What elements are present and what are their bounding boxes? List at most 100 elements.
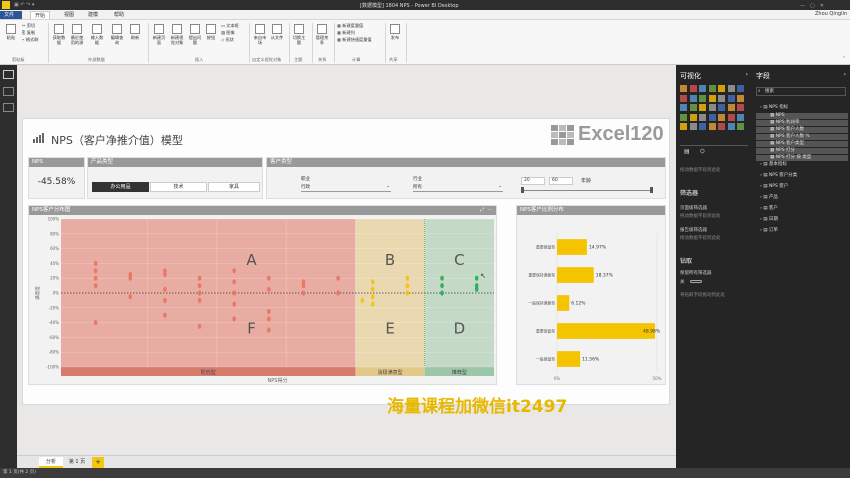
table-item[interactable]: › ▤ 产品 [756, 195, 848, 201]
textbox-button[interactable]: ▭ 文本框 [221, 23, 239, 28]
edit-queries-button[interactable]: 编辑查询 [109, 24, 125, 45]
field-item[interactable]: ▦ NPS 客户类型 [756, 141, 848, 147]
focus-mode-icon[interactable]: ⤢ [480, 207, 484, 213]
ask-question-button[interactable]: 提出问题 [188, 24, 202, 45]
visual-type-icon[interactable] [699, 94, 706, 102]
quick-save-icon[interactable]: ▣ ↶ ↷ ▾ [14, 2, 34, 8]
visual-type-icon[interactable] [680, 94, 687, 102]
refresh-button[interactable]: 刷新 [128, 24, 142, 40]
visual-type-icon[interactable] [708, 113, 716, 121]
visual-type-icon[interactable] [689, 123, 697, 130]
report-view-icon[interactable] [3, 70, 14, 79]
visual-type-icon[interactable] [737, 113, 744, 121]
new-quick-measure-button[interactable]: ▦ 新建快速度量值 [337, 37, 372, 42]
visual-type-icon[interactable] [718, 113, 725, 121]
table-item[interactable]: › ▤ NPS 客户 [756, 184, 848, 190]
copy-button[interactable]: ⎘ 复制 [22, 30, 35, 35]
visual-type-icon[interactable] [699, 85, 706, 92]
format-painter-button[interactable]: ⌁ 格式刷 [22, 37, 38, 42]
age-max-input[interactable]: 60 [549, 177, 573, 185]
visual-type-icon[interactable] [689, 85, 697, 92]
visual-type-icon[interactable] [708, 123, 716, 130]
keep-filters-toggle[interactable]: 关 [680, 279, 748, 286]
enter-data-button[interactable]: 输入数据 [89, 24, 105, 45]
visual-type-icon[interactable] [737, 123, 744, 130]
new-column-button[interactable]: ▦ 新建列 [337, 30, 355, 35]
new-visual-button[interactable]: 新建视觉对象 [169, 24, 185, 45]
visual-type-icon[interactable] [718, 94, 725, 102]
visual-type-icon[interactable] [737, 104, 744, 111]
buttons-button[interactable]: 按钮 [204, 24, 218, 40]
table-item[interactable]: › ▤ 订单 [756, 228, 848, 234]
window-controls[interactable]: — ▢ ✕ [800, 2, 824, 9]
shapes-button[interactable]: ◇ 形状 [221, 37, 234, 42]
cut-button[interactable]: ✂ 剪切 [22, 23, 35, 28]
data-view-icon[interactable] [3, 87, 14, 96]
tab-view[interactable]: 视图 [60, 11, 78, 19]
dept-dropdown[interactable]: 行政 ⌄ [301, 184, 391, 192]
slicer-option-tech[interactable]: 技术 [150, 182, 207, 192]
tab-modeling[interactable]: 建模 [84, 11, 102, 19]
table-item[interactable]: › ▤ NPS 客户分类 [756, 173, 848, 179]
publish-button[interactable]: 发布 [388, 24, 402, 40]
industry-dropdown[interactable]: 所有 ⌄ [413, 184, 503, 192]
field-item[interactable]: ▦ NPS [756, 113, 848, 119]
visual-type-icon[interactable] [680, 123, 687, 130]
visual-type-icon[interactable] [727, 104, 735, 111]
visual-type-icon[interactable] [689, 113, 697, 121]
report-filter-drop[interactable]: 拖动数据字段到此处 [680, 235, 748, 242]
more-options-icon[interactable]: ⋯ [488, 207, 493, 213]
slicer-option-office[interactable]: 办公用品 [92, 182, 149, 192]
table-item[interactable]: › ▤ NPS 指标 [756, 105, 848, 111]
collapse-viz-pane-icon[interactable]: › [746, 71, 748, 78]
visual-type-icon[interactable] [689, 94, 697, 102]
visual-type-icon[interactable] [680, 113, 687, 121]
age-slider-track[interactable] [523, 190, 651, 191]
visual-type-icon[interactable] [737, 85, 744, 92]
page-tab-analysis[interactable]: 分析 [39, 457, 63, 468]
field-item[interactable]: ▦ NPS 打分 [756, 148, 848, 154]
age-slider-max-handle[interactable] [650, 187, 653, 193]
field-item[interactable]: ▦ NPS 客户人数 [756, 127, 848, 133]
visual-type-icon[interactable] [680, 104, 687, 111]
visual-type-icon[interactable] [708, 85, 716, 92]
new-measure-button[interactable]: ▦ 新建度量值 [337, 23, 363, 28]
toggle-switch-icon[interactable] [689, 280, 702, 283]
from-marketplace-button[interactable]: 来自市场 [252, 24, 268, 45]
collapse-fields-pane-icon[interactable]: › [844, 71, 846, 78]
visual-type-icon[interactable] [708, 104, 716, 111]
tab-home[interactable]: 开始 [30, 11, 51, 19]
values-well-hint[interactable]: 拖动数据字段到此处 [680, 167, 748, 174]
recent-sources-button[interactable]: 最近使用的源 [69, 24, 85, 45]
tab-file[interactable]: 文件 [0, 11, 22, 19]
visual-type-icon[interactable] [689, 104, 697, 111]
visual-type-icon[interactable] [718, 123, 725, 130]
collapse-ribbon-icon[interactable]: ⌃ [842, 56, 846, 62]
format-paint-icon[interactable]: ⛭ [700, 148, 705, 156]
new-page-button[interactable]: 新建页面 [151, 24, 167, 45]
fields-search-input[interactable]: ⌕ 搜索 [756, 87, 846, 96]
visual-type-icon[interactable] [727, 123, 735, 130]
visual-type-icon[interactable] [727, 85, 735, 92]
table-item[interactable]: › ▤ 客户 [756, 206, 848, 212]
fields-well-icon[interactable]: ▤ [684, 148, 690, 155]
visual-type-icon[interactable] [718, 104, 725, 111]
visual-type-icon[interactable] [727, 113, 735, 121]
table-item[interactable]: › ▤ 日期 [756, 217, 848, 223]
slicer-option-furniture[interactable]: 家具 [208, 182, 260, 192]
page-tab-1[interactable]: 第 1 页 [65, 457, 89, 468]
from-file-button[interactable]: 从文件 [270, 24, 284, 40]
visual-type-icon[interactable] [680, 85, 687, 92]
drill-drop[interactable]: 将钻取字段拖动到此处 [680, 292, 748, 299]
page-filter-drop[interactable]: 拖动数据字段到此处 [680, 213, 748, 220]
visual-type-icon[interactable] [699, 123, 706, 130]
visual-type-icon[interactable] [699, 113, 706, 121]
field-item[interactable]: ▦ NPS 利润率 [756, 120, 848, 126]
user-name[interactable]: Zhou Qinglin [815, 11, 847, 17]
visual-type-icon[interactable] [718, 85, 725, 92]
age-slider-min-handle[interactable] [521, 187, 524, 193]
visual-type-icon[interactable] [708, 94, 716, 102]
age-min-input[interactable]: 20 [521, 177, 545, 185]
visual-type-icon[interactable] [737, 94, 744, 102]
add-page-button[interactable]: + [92, 457, 104, 468]
